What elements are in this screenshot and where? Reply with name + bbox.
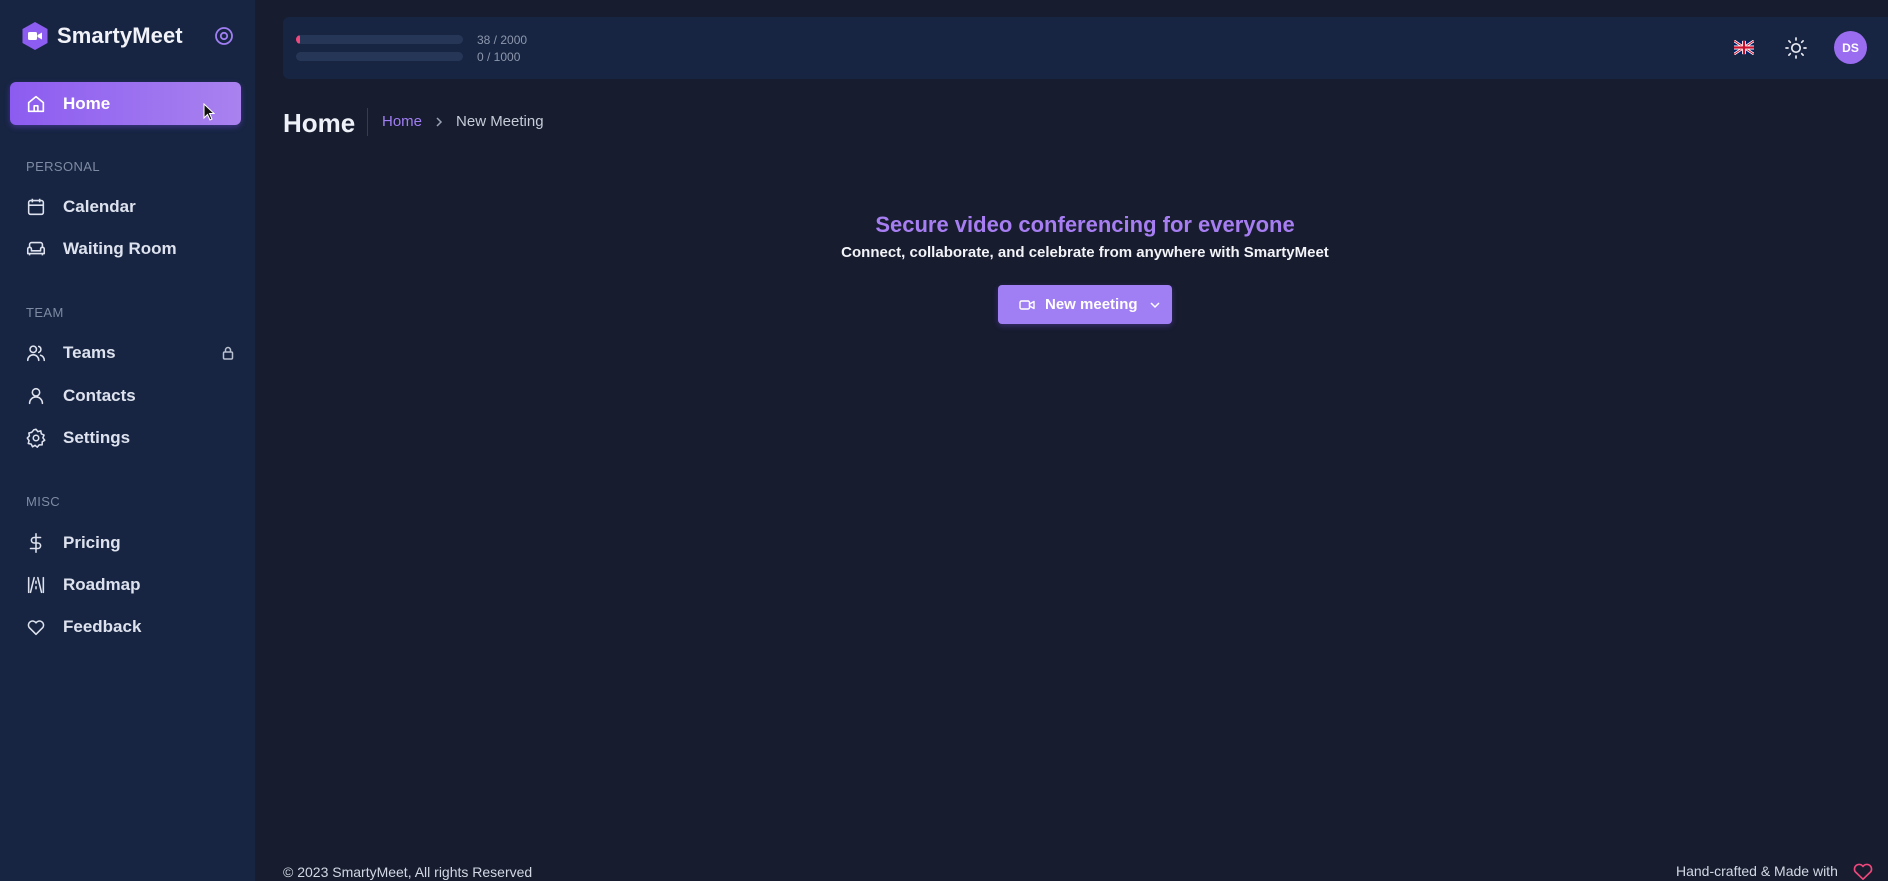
heart-icon bbox=[1853, 863, 1873, 880]
new-meeting-label: New meeting bbox=[1045, 296, 1138, 313]
usage-meters: 38 / 2000 0 / 1000 bbox=[296, 31, 527, 65]
dollar-icon bbox=[29, 533, 42, 553]
heart-icon bbox=[27, 620, 45, 636]
sidebar-item-pricing[interactable]: Pricing bbox=[10, 523, 241, 563]
top-bar: 38 / 2000 0 / 1000 DS bbox=[283, 17, 1888, 79]
sidebar-item-roadmap[interactable]: Roadmap bbox=[10, 565, 241, 605]
usage-count: 0 / 1000 bbox=[477, 49, 521, 64]
sidebar-item-teams[interactable]: Teams bbox=[10, 333, 241, 373]
usage-progress-fill bbox=[296, 35, 301, 44]
sidebar: SmartyMeet Home PERSONAL Calendar Waitin… bbox=[0, 0, 255, 881]
hero-title: Secure video conferencing for everyone bbox=[875, 212, 1295, 237]
sidebar-item-label: Home bbox=[63, 93, 111, 113]
footer-credit-text: Hand-crafted & Made with bbox=[1676, 863, 1838, 879]
sidebar-item-feedback[interactable]: Feedback bbox=[10, 607, 241, 647]
usage-progress-bar bbox=[296, 35, 463, 44]
sidebar-item-settings[interactable]: Settings bbox=[10, 418, 241, 458]
users-icon bbox=[26, 345, 46, 362]
breadcrumb: Home New Meeting bbox=[382, 113, 544, 130]
sidebar-item-label: Contacts bbox=[63, 386, 136, 405]
breadcrumb-current: New Meeting bbox=[456, 113, 544, 130]
footer-copyright: © 2023 SmartyMeet, All rights Reserved bbox=[283, 864, 533, 880]
hero-subtitle: Connect, collaborate, and celebrate from… bbox=[841, 244, 1329, 261]
sidebar-item-contacts[interactable]: Contacts bbox=[10, 376, 241, 416]
sidebar-item-label: Feedback bbox=[63, 617, 142, 636]
mouse-cursor-icon bbox=[203, 103, 215, 121]
footer-credit: Hand-crafted & Made with bbox=[1676, 861, 1874, 881]
title-divider bbox=[367, 108, 368, 136]
logo-icon bbox=[22, 22, 48, 50]
lock-icon bbox=[222, 346, 234, 360]
video-camera-icon bbox=[1019, 299, 1035, 310]
sidebar-toggle-icon[interactable] bbox=[214, 26, 234, 46]
user-icon bbox=[28, 387, 44, 405]
sidebar-item-label: Pricing bbox=[63, 533, 121, 552]
sidebar-item-label: Settings bbox=[63, 428, 131, 447]
sidebar-item-label: Teams bbox=[63, 343, 116, 362]
home-icon bbox=[27, 95, 45, 112]
page-title: Home bbox=[283, 108, 356, 138]
section-title-misc: MISC bbox=[26, 494, 61, 509]
avatar[interactable]: DS bbox=[1834, 31, 1867, 64]
sun-icon[interactable] bbox=[1784, 36, 1808, 60]
breadcrumb-home-link[interactable]: Home bbox=[382, 113, 422, 130]
chevron-down-icon[interactable] bbox=[1148, 298, 1162, 312]
section-title-personal: PERSONAL bbox=[26, 159, 101, 174]
road-icon bbox=[27, 576, 45, 594]
gear-icon bbox=[26, 428, 46, 448]
usage-progress-bar bbox=[296, 52, 463, 61]
chevron-right-icon bbox=[436, 116, 443, 127]
new-meeting-button[interactable]: New meeting bbox=[998, 285, 1172, 324]
usage-meter-meetings: 38 / 2000 bbox=[296, 31, 527, 48]
section-title-team: TEAM bbox=[26, 305, 64, 320]
brand[interactable]: SmartyMeet bbox=[20, 20, 240, 52]
sidebar-item-label: Roadmap bbox=[63, 575, 141, 594]
usage-meter-minutes: 0 / 1000 bbox=[296, 48, 527, 65]
app-name: SmartyMeet bbox=[57, 23, 183, 48]
usage-count: 38 / 2000 bbox=[477, 32, 528, 47]
uk-flag-icon[interactable] bbox=[1734, 40, 1754, 55]
